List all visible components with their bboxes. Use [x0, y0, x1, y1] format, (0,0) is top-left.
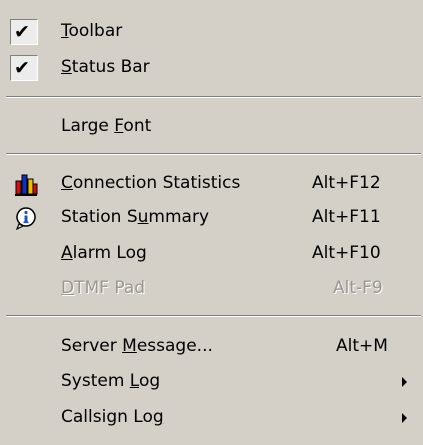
checkmark-box: ✔	[10, 19, 38, 45]
checkmark-box: ✔	[10, 55, 38, 81]
shortcut-label: Alt-F9	[333, 278, 383, 298]
menu-item-toolbar[interactable]: ✔ Toolbar	[0, 14, 423, 48]
submenu-arrow-icon	[402, 377, 407, 387]
shortcut-label: Alt+F11	[312, 207, 381, 227]
info-icon	[15, 207, 36, 230]
menu-item-label: Connection Statistics	[61, 173, 241, 193]
menu-item-dtmf-pad: DTMF Pad Alt-F9	[0, 271, 423, 305]
menu-separator	[6, 96, 421, 98]
menu-item-system-log[interactable]: System Log	[0, 364, 423, 398]
checkmark-icon: ✔	[14, 57, 30, 79]
menu-item-server-message[interactable]: Server Message... Alt+M	[0, 329, 423, 363]
menu-item-station-summary[interactable]: Station Summary Alt+F11	[0, 200, 423, 234]
menu-item-alarm-log[interactable]: Alarm Log Alt+F10	[0, 236, 423, 270]
menu-item-callsign-log[interactable]: Callsign Log	[0, 400, 423, 434]
menu-item-label: Station Summary	[61, 207, 210, 227]
menu-item-status-bar[interactable]: ✔ Status Bar	[0, 50, 423, 84]
menu-separator	[6, 153, 421, 155]
shortcut-label: Alt+F10	[312, 243, 381, 263]
menu-separator	[6, 315, 421, 317]
menu-item-label: Server Message...	[61, 336, 213, 356]
shortcut-label: Alt+M	[336, 336, 388, 356]
menu-item-large-font[interactable]: Large Font	[0, 109, 423, 143]
checkmark-icon: ✔	[14, 21, 30, 43]
shortcut-label: Alt+F12	[312, 173, 381, 193]
menu-item-label: Status Bar	[61, 57, 150, 77]
menu-item-label: System Log	[61, 371, 161, 391]
menu-item-label: Large Font	[61, 116, 152, 136]
menu-item-label: Callsign Log	[61, 407, 164, 427]
menu-item-label: DTMF Pad	[61, 278, 146, 298]
menu-item-label: Alarm Log	[61, 243, 147, 263]
submenu-arrow-icon	[402, 413, 407, 423]
menu-item-label: Toolbar	[61, 21, 123, 41]
bar-chart-icon	[15, 174, 38, 196]
menu-item-connection-statistics[interactable]: Connection Statistics Alt+F12	[0, 166, 423, 200]
view-menu: ✔ Toolbar ✔ Status Bar Large Font Connec…	[0, 0, 423, 445]
